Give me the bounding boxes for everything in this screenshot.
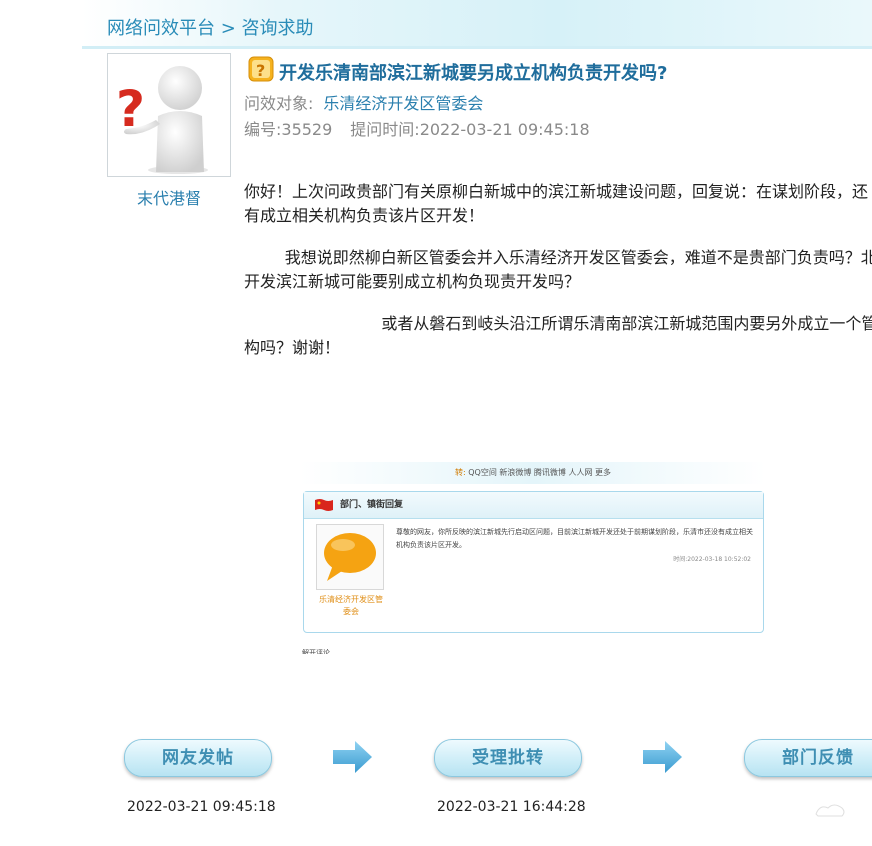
step-dept-feedback-button[interactable]: 部门反馈 — [744, 739, 872, 777]
reply-text: 尊敬的网友，你所反映的滨江新城先行启动区问题，目前滨江新城开发还处于前期谋划阶段… — [396, 528, 753, 549]
reply-panel-header: 部门、镇街回复 — [304, 492, 763, 519]
svg-text:?: ? — [116, 80, 145, 138]
reply-panel-title: 部门、镇街回复 — [340, 500, 404, 510]
target-link[interactable]: 乐清经济开发区管委会 — [323, 94, 483, 113]
red-flag-icon — [315, 499, 333, 511]
step-time: 2022-03-21 09:45:18 — [127, 799, 276, 815]
svg-text:?: ? — [256, 61, 265, 80]
share-links: QQ空间 新浪微博 腾讯微博 人人网 更多 — [468, 468, 611, 477]
share-prefix: 转: — [454, 468, 466, 477]
right-arrow-icon — [333, 741, 372, 773]
paragraph-line: 开发滨江新城可能要别成立机构负现责开发吗？ — [244, 272, 581, 291]
step-accept-transfer-button[interactable]: 受理批转 — [434, 739, 582, 777]
post-paragraph: 你好！上次问政贵部门有关原柳白新城中的滨江新城建设问题，回复说：在谋划阶段，还 … — [244, 180, 872, 228]
post-meta: 编号:35529 提问时间:2022-03-21 09:45:18 — [244, 116, 590, 140]
question-badge-icon: ? — [248, 56, 274, 82]
post-id: 编号:35529 — [244, 120, 333, 139]
step-time: 2022-03-21 16:44:28 — [437, 799, 586, 815]
target-label: 问效对象: — [244, 94, 314, 113]
reply-panel: 部门、镇街回复 乐清经济开发区管委会 尊敬的网友，你所反映的滨江新城先行启动区问… — [303, 491, 764, 633]
author-name[interactable]: 末代港督 — [107, 185, 231, 209]
avatar[interactable]: ? — [107, 53, 231, 177]
paragraph-line: 有成立相关机构负责该片区开发！ — [244, 206, 485, 225]
paragraph-line: 我想说即然柳白新区管委会并入乐清经济开发区管委会，难道不是贵部门负责吗？北 — [244, 248, 872, 267]
dept-name: 乐清经济开发区管委会 — [319, 595, 383, 616]
post-time: 提问时间:2022-03-21 09:45:18 — [350, 120, 590, 139]
paragraph-line: 你好！上次问政贵部门有关原柳白新城中的滨江新城建设问题，回复说：在谋划阶段，还 — [244, 182, 869, 201]
question-person-icon: ? — [116, 66, 208, 174]
share-bar: 转: QQ空间 新浪微博 腾讯微博 人人网 更多 — [300, 462, 766, 484]
cut-text: 解开评论 — [302, 649, 330, 654]
right-arrow-icon — [643, 741, 682, 773]
step-user-post-button[interactable]: 网友发帖 — [124, 739, 272, 777]
post-paragraph: 我想说即然柳白新区管委会并入乐清经济开发区管委会，难道不是贵部门负责吗？北 开发… — [244, 246, 872, 294]
reply-time: 时间:2022-03-18 10:52:02 — [673, 556, 751, 563]
embedded-screenshot: 转: QQ空间 新浪微博 腾讯微博 人人网 更多 部门、镇街回复 乐清经济开发区… — [300, 462, 766, 658]
paragraph-line: 或者从磐石到岐头沿江所谓乐清南部滨江新城范围内要另外成立一个管理 — [244, 314, 872, 333]
target-line: 问效对象: 乐清经济开发区管委会 — [244, 90, 483, 114]
post-title: 开发乐清南部滨江新城要另成立机构负责开发吗? — [279, 63, 668, 84]
post-paragraph: 或者从磐石到岐头沿江所谓乐清南部滨江新城范围内要另外成立一个管理 构吗？谢谢！ — [244, 312, 872, 360]
paragraph-line: 构吗？谢谢！ — [244, 338, 341, 357]
dept-avatar — [316, 524, 384, 590]
breadcrumb[interactable]: 网络问效平台 > 咨询求助 — [107, 14, 314, 40]
speech-bubble-icon — [324, 533, 376, 581]
watermark-logo-icon — [815, 804, 845, 817]
